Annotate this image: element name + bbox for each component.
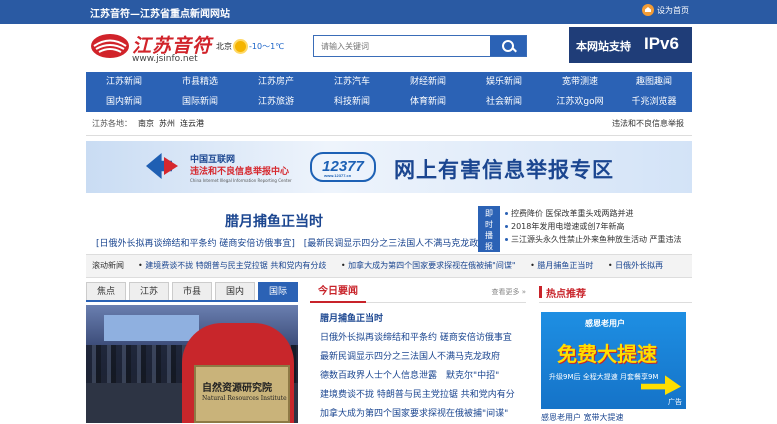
tab-city[interactable]: 市县 <box>172 282 212 300</box>
nav-item[interactable]: 社会新闻 <box>466 92 542 112</box>
main-nav: 江苏新闻 市县精选 江苏房产 江苏汽车 财经新闻 娱乐新闻 宽带测速 趣图趣闻 … <box>86 72 692 112</box>
weather-city: 北京 <box>216 42 232 51</box>
banner-title: 网上有害信息举报专区 <box>394 158 614 182</box>
nav-item[interactable]: 千兆浏览器 <box>616 92 692 112</box>
report-link[interactable]: 违法和不良信息举报 <box>612 113 684 135</box>
ipv6-text: 本网站支持 <box>576 40 631 53</box>
list-item[interactable]: 三江源头永久性禁止外来鱼种放生活动 严重违法 <box>505 233 695 246</box>
sun-icon <box>235 41 246 52</box>
tab-focus[interactable]: 焦点 <box>86 282 126 300</box>
nav-item[interactable]: 国内新闻 <box>86 92 162 112</box>
ticker-item[interactable]: • 建境费谈不拢 特朗普与民主党拉锯 共和党内有分歧 <box>138 261 338 270</box>
ticker-item[interactable]: • 腊月捕鱼正当时 <box>530 261 605 270</box>
nav-item[interactable]: 娱乐新闻 <box>466 72 542 92</box>
nav-item[interactable]: 市县精选 <box>162 72 238 92</box>
set-homepage-link[interactable]: 设为首页 <box>642 4 689 16</box>
ad-tag: 广告 <box>668 398 682 406</box>
headline-sub-link[interactable]: [日俄外长拟再谈缔结和平条约 磋商安倍访俄事宜] <box>96 239 295 249</box>
today-news-title: 今日要闻 <box>310 282 366 303</box>
ad-top-text: 感恩老用户 <box>585 319 625 328</box>
region-link[interactable]: 苏州 <box>159 113 175 135</box>
list-item[interactable]: 日俄外长拟再谈缔结和平条约 磋商安倍访俄事宜 <box>316 329 530 348</box>
top-bar: 江苏音符—江苏省重点新闻网站 设为首页 <box>0 0 777 24</box>
report-banner[interactable]: 中国互联网 违法和不良信息举报中心 China Internet Illegal… <box>86 141 692 193</box>
hot-caption[interactable]: 感恩老用户 宽带大提速 <box>541 412 624 423</box>
site-logo[interactable]: 江苏音符 www.jsinfo.net <box>90 31 230 67</box>
logo-url: www.jsinfo.net <box>132 54 198 64</box>
nav-item[interactable]: 江苏房产 <box>238 72 314 92</box>
tab-domestic[interactable]: 国内 <box>215 282 255 300</box>
logo-emblem-icon <box>91 34 129 58</box>
today-news-list: 腊月捕鱼正当时 日俄外长拟再谈缔结和平条约 磋商安倍访俄事宜 最新民调显示四分之… <box>316 310 530 424</box>
regions-bar: 江苏各地： 南京 苏州 连云港 违法和不良信息举报 <box>86 113 692 136</box>
ipv6-banner[interactable]: 本网站支持 IPv6 <box>569 27 692 63</box>
header: 江苏音符 www.jsinfo.net 北京 -10～1℃ 本网站支持 IPv6 <box>0 24 777 70</box>
search-input[interactable] <box>314 36 497 56</box>
plaque-en: Natural Resources Institute <box>202 395 287 402</box>
banner-hotline: 12377 www.12377.cn <box>310 152 376 182</box>
today-news-header: 今日要闻 查看更多 » <box>310 282 526 303</box>
nav-item[interactable]: 江苏旅游 <box>238 92 314 112</box>
ticker-item[interactable]: • 日俄外长拟再 <box>608 261 675 270</box>
ipv6-badge: IPv6 <box>644 34 679 53</box>
weather-temp: -10～1℃ <box>249 42 285 51</box>
headline-title[interactable]: 腊月捕鱼正当时 <box>225 211 323 231</box>
list-item[interactable]: 德数百政界人士个人信息泄露 默克尔"中招" <box>316 367 530 386</box>
plaque-cn: 自然资源研究院 <box>202 383 272 394</box>
list-item[interactable]: 腊月捕鱼正当时 <box>316 310 530 329</box>
ticker-item[interactable]: • 加拿大成为第四个国家要求探视在俄被捕"间谍" <box>341 261 528 270</box>
home-icon <box>642 4 654 16</box>
nav-item[interactable]: 体育新闻 <box>390 92 466 112</box>
banner-hotline-url: www.12377.cn <box>324 173 352 178</box>
institute-plaque: 自然资源研究院 Natural Resources Institute <box>194 365 290 423</box>
region-link[interactable]: 连云港 <box>180 113 204 135</box>
more-link[interactable]: 查看更多 » <box>491 287 526 297</box>
headline-subs: [日俄外长拟再谈缔结和平条约 磋商安倍访俄事宜] [最新民调显示四分之三法国人不… <box>96 236 491 249</box>
broadband-ad[interactable]: 感恩老用户 免费大提速 升级9M后 全程大提速 月套餐享9M 广告 <box>541 312 686 409</box>
regions-label: 江苏各地： <box>92 119 132 128</box>
banner-org-line2: 违法和不良信息举报中心 <box>190 167 290 177</box>
nav-item[interactable]: 宽带测速 <box>542 72 618 92</box>
region-link[interactable]: 南京 <box>138 113 154 135</box>
site-slogan: 江苏音符—江苏省重点新闻网站 <box>90 9 230 20</box>
scrolling-news: 滚动新闻 • 建境费谈不拢 特朗普与民主党拉锯 共和党内有分歧 • 加拿大成为第… <box>86 254 692 278</box>
headline-sub-link[interactable]: [最新民调显示四分之三法国人不满马克龙政府] <box>304 239 491 249</box>
list-item[interactable]: 控费降价 医保改革重头戏两路并进 <box>505 207 695 220</box>
nav-item[interactable]: 江苏欢go网 <box>542 92 618 112</box>
search-box <box>313 35 527 57</box>
set-homepage-label: 设为首页 <box>657 5 689 15</box>
nav-item[interactable]: 江苏新闻 <box>86 72 162 92</box>
hot-recommend-title: 热点推荐 <box>546 289 586 300</box>
focus-photo[interactable]: 自然资源研究院 Natural Resources Institute <box>86 305 298 423</box>
tab-jiangsu[interactable]: 江苏 <box>129 282 169 300</box>
ad-headline: 免费大提速 <box>557 342 657 366</box>
search-icon <box>502 40 514 52</box>
search-button[interactable] <box>490 36 526 56</box>
instant-news-label: 即时播报 <box>478 206 500 252</box>
news-tabs: 焦点 江苏 市县 国内 国际 <box>86 282 298 302</box>
nav-item[interactable]: 江苏汽车 <box>314 72 390 92</box>
list-item[interactable]: 最新民调显示四分之三法国人不满马克龙政府 <box>316 348 530 367</box>
nav-item[interactable]: 趣图趣闻 <box>616 72 692 92</box>
list-item[interactable]: 加拿大成为第四个国家要求探视在俄被捕"间谍" <box>316 405 530 424</box>
nav-item[interactable]: 科技新闻 <box>314 92 390 112</box>
list-item[interactable]: 建境费谈不拢 特朗普与民主党拉锯 共和党内有分 <box>316 386 530 405</box>
tab-international[interactable]: 国际 <box>258 282 298 300</box>
instant-news-list: 控费降价 医保改革重头戏两路并进 2018年发用电增速或创7年新高 三江源头永久… <box>505 207 695 246</box>
list-item[interactable]: 2018年发用电增速或创7年新高 <box>505 220 695 233</box>
banner-org-en: China Internet Illegal Information Repor… <box>190 178 292 183</box>
ad-detail: 升级9M后 全程大提速 月套餐享9M <box>549 373 659 381</box>
nav-item[interactable]: 财经新闻 <box>390 72 466 92</box>
scrolling-news-label: 滚动新闻 <box>92 261 124 270</box>
weather-widget: 北京 -10～1℃ <box>216 41 284 52</box>
hot-recommend-header: 热点推荐 <box>539 282 692 303</box>
nav-item[interactable]: 国际新闻 <box>162 92 238 112</box>
